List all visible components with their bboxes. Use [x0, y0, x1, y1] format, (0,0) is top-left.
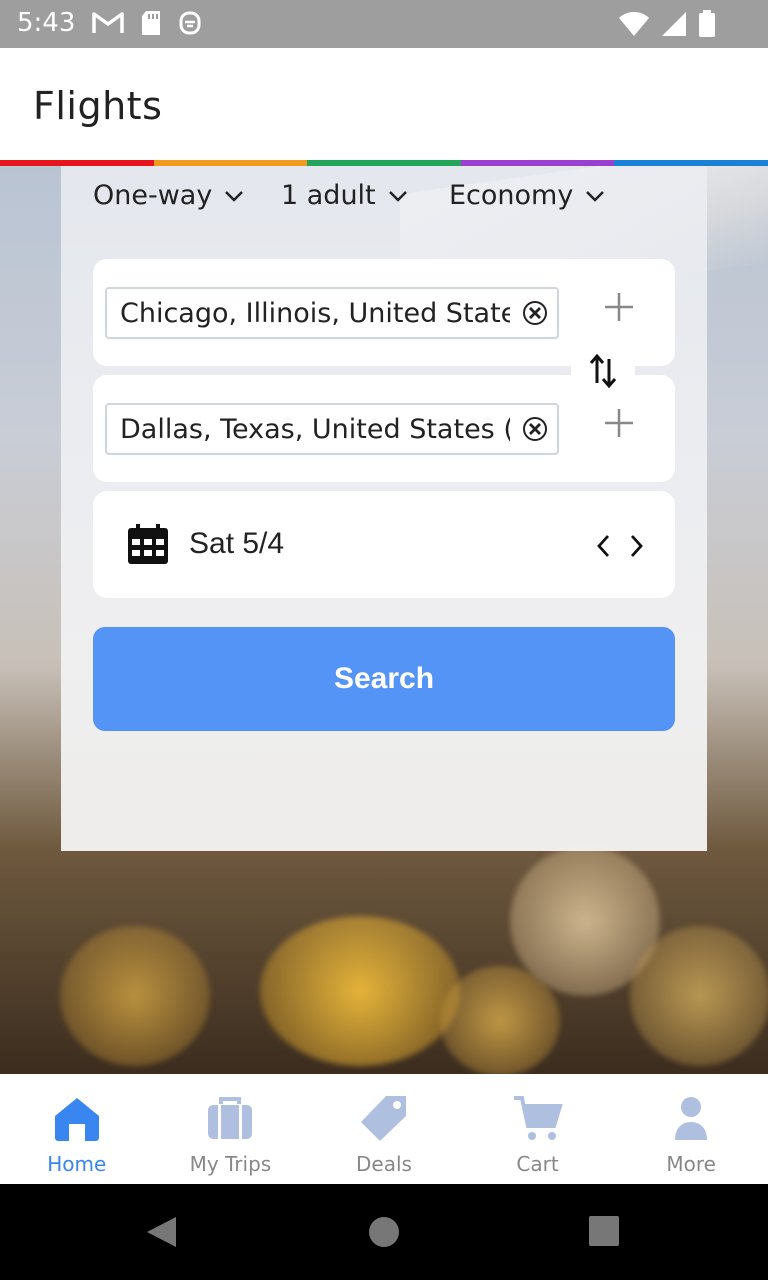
page-title: Flights	[33, 84, 163, 128]
status-time: 5:43	[17, 8, 76, 38]
nav-label-cart: Cart	[516, 1152, 559, 1176]
add-origin-icon[interactable]	[603, 291, 635, 323]
status-icons-right	[618, 10, 716, 38]
destination-field[interactable]: Dallas, Texas, United States (…	[105, 403, 559, 455]
date-value: Sat 5/4	[189, 527, 285, 560]
trip-type-label: One-way	[93, 180, 213, 211]
clear-destination-icon[interactable]	[523, 417, 547, 441]
passengers-label: 1 adult	[281, 180, 376, 211]
bokeh-light	[440, 966, 560, 1074]
nav-item-deals[interactable]: Deals	[307, 1074, 461, 1184]
system-nav-bar	[0, 1184, 768, 1280]
bokeh-light	[630, 926, 768, 1066]
calendar-icon	[128, 524, 168, 564]
date-box[interactable]: Sat 5/4	[93, 491, 675, 598]
nav-label-more: More	[666, 1152, 716, 1176]
signal-icon	[662, 12, 686, 36]
nav-label-deals: Deals	[356, 1152, 412, 1176]
cart-icon	[513, 1096, 563, 1140]
nav-item-my-trips[interactable]: My Trips	[154, 1074, 308, 1184]
swap-locations-button[interactable]	[571, 347, 635, 395]
bokeh-light	[60, 926, 210, 1066]
person-icon	[675, 1097, 708, 1140]
destination-value: Dallas, Texas, United States (…	[120, 414, 510, 445]
swap-arrows-icon	[589, 353, 617, 389]
back-icon[interactable]	[144, 1215, 178, 1249]
chevron-down-icon	[225, 190, 244, 202]
nav-item-more[interactable]: More	[614, 1074, 768, 1184]
flight-search-card: One-way 1 adult Economy Chicago, Illinoi…	[61, 166, 707, 851]
chevron-down-icon	[586, 190, 605, 202]
origin-value: Chicago, Illinois, United States…	[120, 298, 510, 329]
wifi-icon	[619, 12, 649, 36]
recents-icon[interactable]	[589, 1216, 619, 1246]
chevron-down-icon	[388, 190, 407, 202]
status-icons-left	[92, 10, 202, 36]
sd-card-icon	[142, 11, 160, 35]
app-bar: Flights	[0, 48, 768, 160]
battery-icon	[699, 10, 715, 37]
origin-field[interactable]: Chicago, Illinois, United States…	[105, 287, 559, 339]
clear-origin-icon[interactable]	[523, 301, 547, 325]
cabin-class-label: Economy	[449, 180, 574, 211]
add-destination-icon[interactable]	[603, 407, 635, 439]
search-button[interactable]: Search	[93, 627, 675, 731]
bottom-nav: Home My Trips Deals Cart More	[0, 1074, 768, 1184]
home-circle-icon[interactable]	[368, 1216, 400, 1248]
cabin-class-dropdown[interactable]: Economy	[449, 180, 607, 211]
chevron-left-icon[interactable]	[591, 531, 617, 561]
nav-item-cart[interactable]: Cart	[461, 1074, 615, 1184]
gmail-icon	[92, 12, 124, 33]
trip-options-row: One-way 1 adult Economy	[93, 180, 693, 220]
briefcase-icon	[208, 1097, 253, 1139]
nav-label-home: Home	[47, 1152, 107, 1176]
chevron-right-icon[interactable]	[623, 531, 649, 561]
home-icon	[54, 1098, 99, 1141]
passengers-dropdown[interactable]: 1 adult	[281, 180, 410, 211]
assistant-icon	[179, 11, 201, 35]
nav-item-home[interactable]: Home	[0, 1074, 154, 1184]
nav-label-my-trips: My Trips	[189, 1152, 272, 1176]
tag-icon	[360, 1096, 406, 1141]
status-bar: 5:43	[0, 0, 768, 48]
bokeh-light	[260, 916, 460, 1066]
trip-type-dropdown[interactable]: One-way	[93, 180, 246, 211]
